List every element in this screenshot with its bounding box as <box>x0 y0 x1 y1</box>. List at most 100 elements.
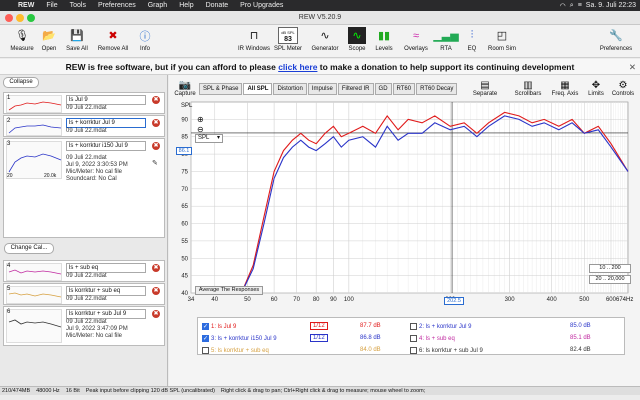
delete-measurement-icon[interactable]: ✖ <box>152 287 160 295</box>
measurement-item[interactable]: 1 ls Jul 9 09 Juli 22.mdat ✖ <box>3 92 165 114</box>
legend-value: 85.0 dB <box>570 323 591 329</box>
delete-measurement-icon[interactable]: ✖ <box>152 310 160 318</box>
smoothing-badge[interactable]: 1/12 <box>310 322 328 330</box>
delete-measurement-icon[interactable]: ✖ <box>152 96 160 104</box>
x-tick-label: 100 <box>344 297 355 303</box>
collapse-button[interactable]: Collapse <box>3 77 39 88</box>
delete-measurement-icon[interactable]: ✖ <box>152 142 160 150</box>
measurement-date: Jul 9, 2022 3:47:09 PM <box>66 326 128 332</box>
wifi-icon[interactable]: ◠ <box>560 2 566 10</box>
measurement-name-field[interactable]: ls korrktur + sub Jul 9 <box>66 309 146 319</box>
measurement-name-field[interactable]: ls + sub eq <box>66 263 146 273</box>
checkbox[interactable] <box>410 335 417 342</box>
measurement-item[interactable]: 4 ls + sub eq 09 Juli 22.mdat ✖ <box>3 260 165 282</box>
y-tick-label: 65 <box>181 204 188 210</box>
y-tick-label: 60 <box>181 222 188 228</box>
measurement-file: 09 Juli 22.mdat Jul 9, 2022 3:47:09 PM M… <box>66 319 128 340</box>
legend-value: 86.8 dB <box>360 335 381 341</box>
bit-depth: 16 Bit <box>65 388 80 394</box>
thumb-axis-right: 20.0k <box>44 173 57 179</box>
menubar-clock[interactable]: Sa. 9. Juli 22:23 <box>586 2 636 9</box>
zoom-out-icon[interactable]: ⊖ <box>197 125 204 134</box>
measurement-name-field[interactable]: ls korrktur + sub eq <box>66 286 146 296</box>
measurement-number: 2 <box>7 118 11 124</box>
legend-item-6[interactable]: 6: ls korrktur + sub Jul 9 <box>410 347 483 354</box>
menu-donate[interactable]: Donate <box>200 2 235 9</box>
menu-tools[interactable]: Tools <box>64 2 92 9</box>
checkbox[interactable] <box>410 347 417 354</box>
legend-item-5[interactable]: 5: ls korrktur + sub eq <box>202 347 269 354</box>
plot-background <box>190 101 629 294</box>
room-sim-icon: ◰ <box>496 30 508 42</box>
mac-menubar: REW File Tools Preferences Graph Help Do… <box>0 0 640 11</box>
y-tick-label: 85 <box>181 135 188 141</box>
x-tick-label: 70 <box>293 297 300 303</box>
window-title: REW V5.20.9 <box>298 14 342 21</box>
menu-preferences[interactable]: Preferences <box>92 2 142 9</box>
donate-link[interactable]: click here <box>278 62 317 72</box>
measurement-mic-cal: Mic/Meter: No cal file <box>66 169 123 175</box>
control-center-icon[interactable]: ≡ <box>578 2 582 9</box>
menu-file[interactable]: File <box>40 2 63 9</box>
measurement-file: 09 Juli 22.mdat Jul 9, 2022 3:30:53 PM M… <box>66 155 128 183</box>
average-responses-button[interactable]: Average The Responses <box>195 286 263 295</box>
status-hint: Right click & drag to pan; Ctrl+Right cl… <box>220 388 426 394</box>
measurement-name-field[interactable]: ls Jul 9 <box>66 95 146 105</box>
change-cal-button[interactable]: Change Cal... <box>4 243 54 254</box>
measurement-item[interactable]: 6 ls korrktur + sub Jul 9 09 Juli 22.mda… <box>3 306 165 346</box>
room-sim-button[interactable]: ◰ Room Sim <box>480 27 524 52</box>
measurement-item[interactable]: 5 ls korrktur + sub eq 09 Juli 22.mdat ✖ <box>3 283 165 305</box>
close-banner-icon[interactable]: ✕ <box>629 59 636 75</box>
window-titlebar: REW V5.20.9 <box>0 11 640 25</box>
legend-item-1[interactable]: ✓ 1: ls Jul 9 <box>202 323 236 330</box>
smoothing-badge[interactable]: 1/12 <box>310 334 328 342</box>
minimize-window-button[interactable] <box>16 14 24 22</box>
pen-icon[interactable]: ✎ <box>152 159 160 167</box>
y-tick-label: 55 <box>181 239 188 245</box>
close-window-button[interactable] <box>5 14 13 22</box>
checkbox[interactable]: ✓ <box>202 335 209 342</box>
measurement-item-selected[interactable]: 3 20 20.0k ls + korrktur i150 Jul 9 09 J… <box>3 138 165 238</box>
measurement-file: 09 Juli 22.mdat <box>66 105 107 111</box>
range-20-20000-button[interactable]: 20 .. 20,000 <box>589 275 631 284</box>
remove-icon: ✖ <box>108 30 118 42</box>
measurement-name-field[interactable]: ls + korrktur i150 Jul 9 <box>66 141 146 151</box>
y-tick-label: 90 <box>181 117 188 123</box>
menu-graph[interactable]: Graph <box>142 2 173 9</box>
x-tick-label: 400 <box>547 297 558 303</box>
info-button[interactable]: ⓘ Info <box>123 27 167 53</box>
zoom-window-button[interactable] <box>27 14 35 22</box>
checkbox[interactable] <box>202 347 209 354</box>
measurement-thumbnail <box>6 263 62 281</box>
main-toolbar: 🎙 Measure 📂 Open 💾 Save All ✖ Remove All ⓘ In… <box>0 25 640 58</box>
banner-text-before: REW is free software, but if you can aff… <box>65 62 279 72</box>
measurement-number: 4 <box>7 263 11 269</box>
legend-item-4[interactable]: 4: ls + sub eq <box>410 335 455 342</box>
spl-chart[interactable]: 4045505560657075808590344050607080901002… <box>169 75 640 317</box>
menu-help[interactable]: Help <box>173 2 199 9</box>
checkbox[interactable]: ✓ <box>202 323 209 330</box>
x-tick-label: 90 <box>330 297 337 303</box>
x-tick-label: 40 <box>211 297 218 303</box>
menu-app-name[interactable]: REW <box>12 2 40 9</box>
graph-dropdown[interactable]: SPL ▾ <box>195 134 223 143</box>
delete-measurement-icon[interactable]: ✖ <box>152 119 160 127</box>
preferences-button[interactable]: 🔧 Preferences <box>594 27 638 52</box>
search-icon[interactable]: ⌕ <box>570 2 574 10</box>
zoom-in-icon[interactable]: ⊕ <box>197 115 204 124</box>
measurement-soundcard-cal: Soundcard: No Cal <box>66 176 117 182</box>
memory-usage: 210/474MB <box>2 388 31 394</box>
measurement-number: 1 <box>7 95 11 101</box>
checkbox[interactable] <box>410 323 417 330</box>
measurement-item[interactable]: 2 ls + korrktur Jul 9 09 Juli 22.mdat ✖ <box>3 115 165 137</box>
wrench-icon: 🔧 <box>609 30 623 42</box>
menu-pro-upgrades[interactable]: Pro Upgrades <box>234 2 289 9</box>
range-10-200-button[interactable]: 10 .. 200 <box>589 264 631 273</box>
legend-item-2[interactable]: 2: ls + korrktur Jul 9 <box>410 323 472 330</box>
legend-item-3[interactable]: ✓ 3: ls + korrktur i150 Jul 9 <box>202 335 277 342</box>
y-unit-label: SPL <box>181 103 193 109</box>
ir-windows-icon: ⊓ <box>249 30 259 42</box>
measurement-name-field[interactable]: ls + korrktur Jul 9 <box>66 118 146 128</box>
x-tick-label: 300 <box>505 297 516 303</box>
delete-measurement-icon[interactable]: ✖ <box>152 264 160 272</box>
